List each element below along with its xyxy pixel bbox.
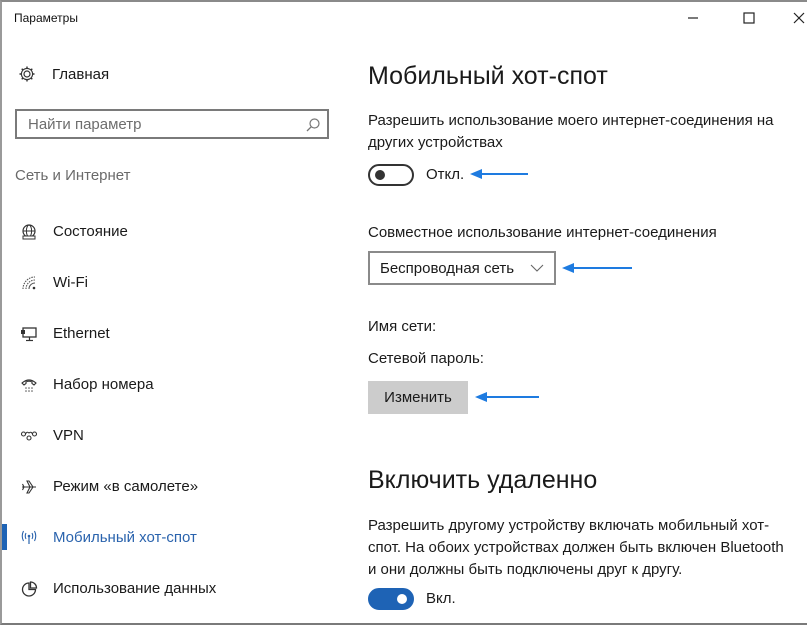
dialup-phone-icon: [18, 374, 40, 396]
annotation-arrow: [475, 392, 539, 402]
sidebar-item-airplane[interactable]: Режим «в самолете»: [2, 461, 342, 512]
page-title: Мобильный хот-спот: [368, 62, 608, 90]
share-toggle[interactable]: [368, 164, 414, 186]
remote-toggle[interactable]: [368, 588, 414, 610]
search-input[interactable]: [28, 115, 298, 133]
sidebar-item-label: Состояние: [53, 223, 128, 240]
network-name-label: Имя сети:: [368, 318, 437, 335]
vpn-icon: [18, 425, 40, 447]
ethernet-monitor-icon: [18, 323, 40, 345]
share-toggle-label: Откл.: [426, 166, 465, 183]
sidebar-item-data-usage[interactable]: Использование данных: [2, 563, 342, 614]
globe-status-icon: [18, 221, 40, 243]
section-label: Сеть и Интернет: [15, 167, 131, 184]
share-from-value: Беспроводная сеть: [380, 259, 515, 277]
sidebar-item-dialup[interactable]: Набор номера: [2, 359, 342, 410]
sidebar-item-wifi[interactable]: Wi-Fi: [2, 257, 342, 308]
chevron-down-icon: [530, 264, 544, 272]
sidebar-item-label: Wi-Fi: [53, 274, 88, 291]
sidebar: Главная Сеть и Интернет Состояние: [2, 36, 342, 625]
search-icon[interactable]: [305, 117, 321, 133]
sidebar-home[interactable]: Главная: [16, 63, 109, 85]
network-password-label: Сетевой пароль:: [368, 350, 484, 367]
active-indicator: [2, 524, 7, 550]
sidebar-item-label: Мобильный хот-спот: [53, 529, 197, 546]
sidebar-item-vpn[interactable]: VPN: [2, 410, 342, 461]
window-title: Параметры: [14, 11, 78, 25]
share-from-label: Совместное использование интернет-соедин…: [368, 224, 717, 241]
remote-title: Включить удаленно: [368, 466, 598, 494]
share-description: Разрешить использование моего интернет-с…: [368, 112, 774, 151]
close-icon: [793, 12, 805, 24]
hotspot-icon: [18, 527, 40, 549]
remote-toggle-label: Вкл.: [426, 590, 456, 607]
sidebar-item-label: Режим «в самолете»: [53, 478, 199, 495]
minimize-button[interactable]: [670, 2, 716, 34]
sidebar-home-label: Главная: [52, 65, 110, 83]
sidebar-item-ethernet[interactable]: Ethernet: [2, 308, 342, 359]
sidebar-item-mobile-hotspot[interactable]: Мобильный хот-спот: [2, 512, 342, 563]
sidebar-nav: Состояние Wi-Fi Ethernet Набор номера VP…: [2, 206, 342, 614]
title-bar: Параметры: [2, 2, 807, 36]
sidebar-item-label: Набор номера: [53, 376, 154, 393]
wifi-icon: [18, 272, 40, 294]
edit-button[interactable]: Изменить: [368, 381, 468, 414]
maximize-button[interactable]: [726, 2, 772, 34]
airplane-icon: [18, 476, 40, 498]
sidebar-item-status[interactable]: Состояние: [2, 206, 342, 257]
sidebar-item-label: Ethernet: [53, 325, 110, 342]
sidebar-item-label: VPN: [53, 427, 84, 444]
search-box[interactable]: [15, 109, 329, 139]
data-usage-icon: [18, 578, 40, 600]
close-button[interactable]: [776, 2, 807, 34]
toggle-knob: [397, 594, 407, 604]
sidebar-item-label: Использование данных: [53, 580, 217, 597]
maximize-icon: [743, 12, 755, 24]
share-from-select[interactable]: Беспроводная сеть: [368, 251, 556, 285]
gear-icon: [16, 63, 38, 85]
toggle-knob: [375, 170, 385, 180]
minimize-icon: [688, 17, 698, 19]
remote-description: Разрешить другому устройству включать мо…: [368, 517, 784, 578]
annotation-arrow: [470, 169, 528, 179]
annotation-arrow: [562, 263, 632, 273]
settings-window: Параметры Главная Сеть и Интернет: [0, 0, 807, 625]
